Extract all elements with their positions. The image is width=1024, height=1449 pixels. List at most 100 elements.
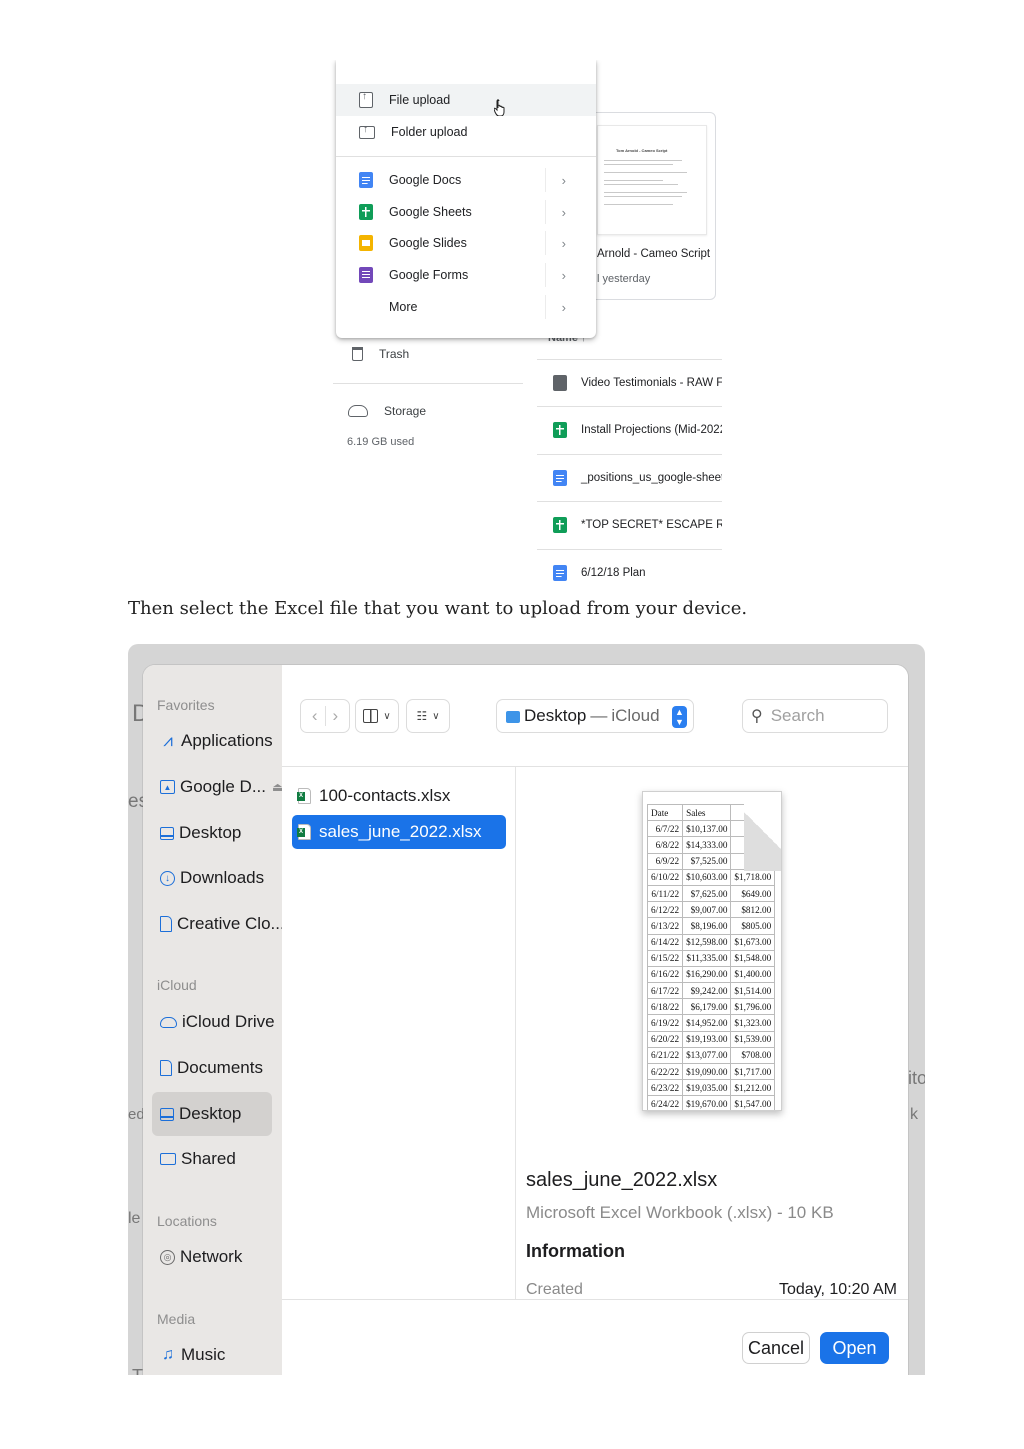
search-field[interactable]: ⚲	[742, 699, 888, 733]
table-cell: $1,323.00	[730, 1014, 776, 1032]
table-row: 6/24/22 $19,670.00 $1,547.00	[646, 1095, 776, 1110]
sidebar-item-storage[interactable]: Storage	[348, 404, 426, 418]
table-cell: 6/23/22	[646, 1079, 684, 1097]
suggested-file-card[interactable]: Tom Arnold - Cameo Script Arnold - Cameo…	[586, 112, 716, 300]
folder-upload-icon	[359, 124, 375, 139]
file-row[interactable]: 100-contacts.xlsx	[292, 779, 506, 813]
sidebar-item-shared[interactable]: Shared	[152, 1137, 272, 1181]
excel-file-icon	[297, 788, 311, 804]
location-place: iCloud	[611, 706, 660, 725]
file-thumbnail: Tom Arnold - Cameo Script	[597, 125, 707, 235]
table-row: 6/22/22 $19,090.00 $1,717.00	[646, 1062, 776, 1081]
new-menu: File upload Folder upload Google Docs › …	[336, 60, 596, 338]
table-cell: $12,598.00	[682, 933, 732, 951]
sidebar-item-trash[interactable]: Trash	[348, 347, 409, 361]
google-slides-icon	[359, 235, 373, 251]
sidebar-item-music[interactable]: ♫ Music	[152, 1333, 272, 1375]
table-cell: 6/11/22	[646, 884, 684, 903]
sidebar-item-label: Desktop	[179, 1104, 242, 1123]
network-icon: ◎	[160, 1249, 175, 1265]
back-button[interactable]: ‹	[305, 706, 326, 726]
page-fold	[744, 792, 781, 871]
table-cell: 6/15/22	[646, 949, 684, 967]
table-cell: $1,539.00	[730, 1030, 776, 1048]
sidebar-item-google-drive[interactable]: ▲ Google D... ⏏	[152, 765, 283, 809]
table-cell: $1,718.00	[730, 868, 776, 886]
file-list-item[interactable]: *TOP SECRET* ESCAPE ROOI	[537, 501, 722, 548]
table-cell: 6/12/22	[646, 901, 684, 919]
background-text: T	[132, 1366, 143, 1375]
sidebar-item-network[interactable]: ◎ Network	[152, 1235, 272, 1279]
grid-icon: ☷	[416, 709, 428, 723]
chevron-right-icon: ›	[561, 299, 566, 315]
location-popup[interactable]: Desktop — iCloud ▲ ▼	[496, 699, 694, 733]
view-mode-button[interactable]: ∨	[355, 699, 399, 733]
creative-cloud-icon	[160, 916, 172, 932]
table-cell: 6/9/22	[646, 852, 684, 870]
icloud-drive-icon	[160, 1016, 177, 1028]
desktop-icon	[160, 1107, 174, 1121]
columns-view-icon	[363, 709, 379, 723]
search-input[interactable]	[770, 706, 881, 726]
chevron-right-icon: ›	[561, 204, 566, 220]
sidebar-item-icloud-desktop[interactable]: Desktop	[152, 1092, 272, 1136]
table-cell: 6/20/22	[646, 1030, 684, 1048]
menu-item-file-upload[interactable]: File upload	[336, 84, 596, 116]
menu-item-google-docs[interactable]: Google Docs ›	[336, 164, 596, 196]
table-cell: $19,090.00	[682, 1062, 732, 1081]
sidebar-item-label: Google D...	[180, 777, 266, 796]
open-dialog: Favorites ⩘ Applications ▲ Google D... ⏏…	[143, 665, 908, 1375]
menu-item-google-forms[interactable]: Google Forms ›	[336, 259, 596, 291]
file-list-column: 100-contacts.xlsx sales_june_2022.xlsx	[282, 767, 516, 1299]
table-row: 6/21/22 $13,077.00 $708.00	[646, 1046, 776, 1065]
sidebar-item-icloud-drive[interactable]: iCloud Drive	[152, 1000, 275, 1044]
sidebar-item-documents[interactable]: Documents	[152, 1046, 272, 1090]
google-forms-icon	[359, 267, 373, 283]
table-cell: $13,077.00	[682, 1046, 732, 1065]
table-cell: $1,547.00	[730, 1095, 776, 1110]
file-name: *TOP SECRET* ESCAPE ROOI	[581, 519, 722, 531]
sidebar-item-creative-cloud[interactable]: Creative Clo...	[152, 902, 285, 946]
forward-button[interactable]: ›	[326, 706, 346, 726]
trash-icon	[352, 347, 363, 361]
group-by-button[interactable]: ☷ ∨	[406, 699, 450, 733]
sidebar-item-label: Applications	[181, 731, 273, 750]
documents-icon	[160, 1060, 172, 1076]
table-cell: 6/10/22	[646, 868, 684, 886]
menu-item-folder-upload[interactable]: Folder upload	[336, 116, 596, 148]
sidebar-item-label: Documents	[177, 1058, 263, 1077]
cancel-button[interactable]: Cancel	[742, 1332, 810, 1364]
menu-item-google-sheets[interactable]: Google Sheets ›	[336, 196, 596, 228]
file-list-item[interactable]: Video Testimonials - RAW FIL	[537, 359, 722, 406]
google-drive-icon: ▲	[160, 780, 175, 794]
table-cell: $1,400.00	[730, 965, 776, 984]
applications-icon: ⩘	[163, 731, 173, 750]
table-row: 6/16/22 $16,290.00 $1,400.00	[646, 965, 776, 984]
instruction-caption: Then select the Excel file that you want…	[128, 598, 748, 619]
file-list-item[interactable]: _positions_us_google-sheets-	[537, 454, 722, 501]
sidebar-item-applications[interactable]: ⩘ Applications	[152, 719, 272, 763]
table-cell: Date	[646, 803, 684, 822]
table-row: 6/12/22 $9,007.00 $812.00	[646, 901, 776, 919]
menu-item-label: File upload	[389, 93, 451, 107]
file-row-selected[interactable]: sales_june_2022.xlsx	[292, 815, 506, 849]
table-cell: $16,290.00	[682, 965, 732, 984]
table-cell: 6/18/22	[646, 998, 684, 1016]
file-list-item[interactable]: Install Projections (Mid-2022	[537, 406, 722, 453]
chevron-right-icon: ›	[561, 267, 566, 283]
sidebar-item-desktop[interactable]: Desktop	[152, 811, 272, 855]
sidebar-item-label: Downloads	[180, 868, 265, 887]
table-cell: $14,333.00	[682, 836, 732, 854]
file-name: Install Projections (Mid-2022	[581, 424, 722, 436]
table-cell: $11,335.00	[682, 949, 732, 967]
background-text: le	[128, 1210, 141, 1227]
created-value: Today, 10:20 AM	[779, 1281, 897, 1298]
open-button[interactable]: Open	[820, 1332, 889, 1364]
file-name: 100-contacts.xlsx	[319, 786, 451, 805]
sidebar-item-downloads[interactable]: ↓ Downloads	[152, 856, 272, 900]
menu-item-more[interactable]: More ›	[336, 291, 596, 323]
file-list-item[interactable]: 6/12/18 Plan	[537, 549, 722, 595]
information-heading: Information	[526, 1241, 625, 1261]
menu-item-google-slides[interactable]: Google Slides ›	[336, 227, 596, 259]
sidebar-section-locations: Locations	[157, 1213, 217, 1229]
